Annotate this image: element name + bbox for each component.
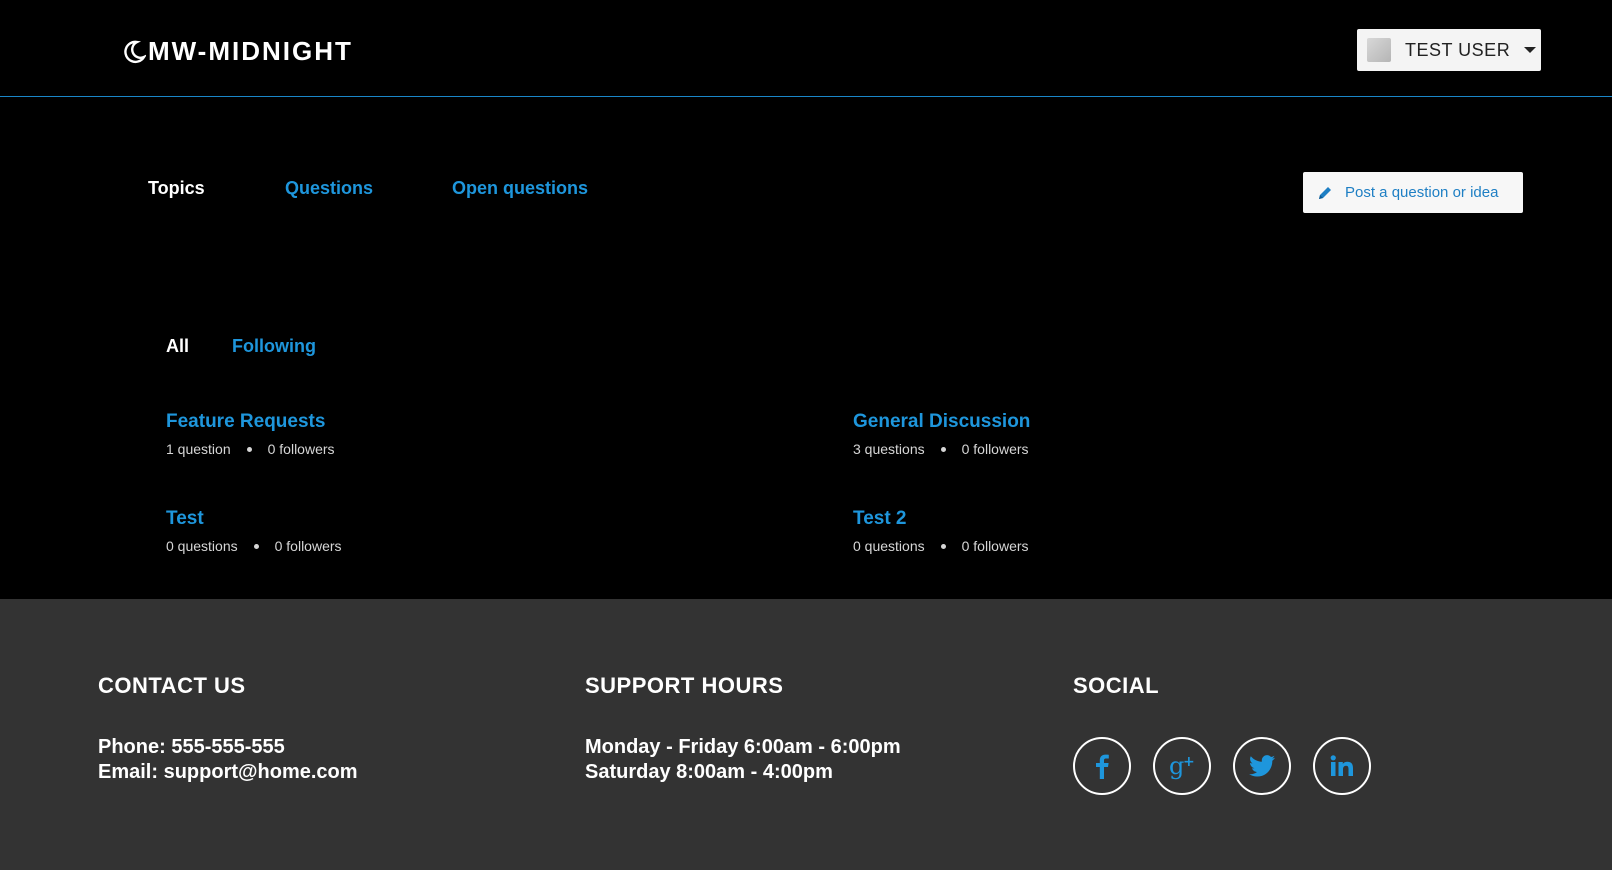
- support-hours-heading: SUPPORT HOURS: [585, 673, 784, 698]
- tab-open-questions[interactable]: Open questions: [452, 178, 588, 199]
- topic-follower-count: 0 followers: [961, 538, 1029, 554]
- tab-topics[interactable]: Topics: [148, 178, 205, 199]
- twitter-icon: [1249, 755, 1275, 777]
- topic-question-count: 3 questions: [853, 441, 925, 457]
- linkedin-link[interactable]: [1313, 737, 1371, 795]
- user-name: TEST USER: [1405, 39, 1511, 60]
- contact-phone: Phone: 555-555-555: [98, 736, 285, 758]
- post-question-button[interactable]: Post a question or idea: [1303, 172, 1523, 213]
- topic-meta: 1 question 0 followers: [166, 441, 335, 457]
- avatar: [1367, 38, 1391, 62]
- tab-questions[interactable]: Questions: [285, 178, 373, 199]
- site-logo[interactable]: MW-MIDNIGHT: [122, 36, 353, 67]
- google-plus-icon: g +: [1169, 752, 1195, 780]
- topic-question-count: 0 questions: [166, 538, 238, 554]
- contact-heading: CONTACT US: [98, 673, 246, 698]
- site-header: MW-MIDNIGHT TEST USER: [0, 0, 1612, 97]
- topic-title[interactable]: Test: [166, 508, 342, 534]
- svg-text:+: +: [1183, 754, 1195, 770]
- separator-dot: [940, 446, 946, 452]
- topic-question-count: 0 questions: [853, 538, 925, 554]
- separator-dot: [246, 446, 252, 452]
- site-footer: CONTACT US Phone: 555-555-555 Email: sup…: [0, 599, 1612, 870]
- twitter-link[interactable]: [1233, 737, 1291, 795]
- moon-icon: [124, 40, 146, 63]
- separator-dot: [253, 543, 259, 549]
- hours-saturday: Saturday 8:00am - 4:00pm: [585, 761, 833, 783]
- topic-title[interactable]: Feature Requests: [166, 411, 335, 437]
- topic-title[interactable]: General Discussion: [853, 411, 1030, 437]
- topic-follower-count: 0 followers: [274, 538, 342, 554]
- social-heading: SOCIAL: [1073, 673, 1160, 698]
- topic-item: Test 0 questions 0 followers: [166, 508, 342, 554]
- linkedin-icon: [1330, 755, 1353, 776]
- topic-question-count: 1 question: [166, 441, 231, 457]
- user-menu-button[interactable]: TEST USER: [1357, 29, 1541, 71]
- caret-down-icon: [1524, 47, 1537, 53]
- hours-weekday: Monday - Friday 6:00am - 6:00pm: [585, 736, 901, 758]
- topic-meta: 3 questions 0 followers: [853, 441, 1030, 457]
- topic-item: General Discussion 3 questions 0 followe…: [853, 411, 1030, 457]
- topic-follower-count: 0 followers: [961, 441, 1029, 457]
- contact-email[interactable]: Email: support@home.com: [98, 761, 358, 784]
- filter-all[interactable]: All: [166, 336, 189, 357]
- logo-text: MW-MIDNIGHT: [148, 36, 353, 66]
- pencil-icon: [1319, 186, 1331, 199]
- separator-dot: [940, 543, 946, 549]
- google-plus-link[interactable]: g +: [1153, 737, 1211, 795]
- topic-follower-count: 0 followers: [267, 441, 335, 457]
- filter-following[interactable]: Following: [232, 336, 316, 357]
- topic-meta: 0 questions 0 followers: [853, 538, 1029, 554]
- facebook-icon: [1096, 754, 1109, 779]
- topic-title[interactable]: Test 2: [853, 508, 1029, 534]
- topic-meta: 0 questions 0 followers: [166, 538, 342, 554]
- page: MW-MIDNIGHT TEST USER Topics Questions O…: [0, 0, 1612, 870]
- topic-item: Test 2 0 questions 0 followers: [853, 508, 1029, 554]
- facebook-link[interactable]: [1073, 737, 1131, 795]
- post-question-label: Post a question or idea: [1345, 184, 1499, 201]
- topic-item: Feature Requests 1 question 0 followers: [166, 411, 335, 457]
